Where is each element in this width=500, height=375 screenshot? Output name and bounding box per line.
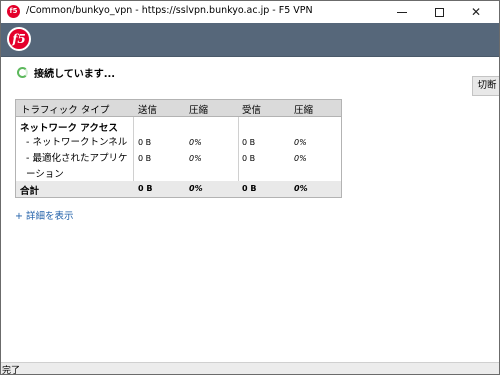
row-received: 0 B (242, 138, 256, 147)
row-received-compression: 0% (294, 154, 307, 163)
row-received: 0 B (242, 154, 256, 163)
row-label-network-tunnel: - ネットワークトンネル (26, 137, 128, 148)
header-sent-compression: 圧縮 (189, 105, 209, 116)
traffic-table: トラフィック タイプ 送信 圧縮 受信 圧縮 ネットワーク アクセス - ネット… (15, 99, 342, 198)
status-text: 接続しています... (34, 69, 116, 80)
disconnect-button[interactable]: 切断 (472, 76, 499, 96)
minimize-icon (397, 11, 407, 13)
table-total-row: 合計 0 B 0% 0 B 0% (16, 181, 341, 197)
close-icon: ✕ (470, 5, 482, 19)
title-bar: f5 /Common/bunkyo_vpn - https://sslvpn.b… (1, 1, 499, 23)
total-label: 合計 (20, 186, 40, 197)
row-received-compression: 0% (294, 138, 307, 147)
window-title: /Common/bunkyo_vpn - https://sslvpn.bunk… (26, 5, 313, 16)
total-received-compression: 0% (294, 184, 308, 193)
connection-status: 接続しています... (17, 65, 115, 80)
maximize-button[interactable] (420, 1, 458, 23)
f5-header-band: f5 (1, 23, 499, 57)
minimize-button[interactable] (383, 1, 421, 23)
vpn-window: f5 /Common/bunkyo_vpn - https://sslvpn.b… (0, 0, 500, 375)
header-sent: 送信 (138, 105, 158, 116)
header-received-compression: 圧縮 (294, 105, 314, 116)
total-sent-compression: 0% (189, 184, 203, 193)
total-sent: 0 B (138, 184, 153, 193)
f5-logo: f5 (7, 27, 31, 51)
row-sent: 0 B (138, 138, 152, 147)
status-bar: 完了 (1, 362, 499, 374)
spinner-icon (17, 67, 28, 78)
show-details-link[interactable]: + 詳細を表示 (15, 208, 73, 222)
table-header-row: トラフィック タイプ 送信 圧縮 受信 圧縮 (16, 100, 341, 117)
header-traffic-type: トラフィック タイプ (21, 105, 110, 116)
group-network-access: ネットワーク アクセス (20, 123, 118, 134)
close-button[interactable]: ✕ (457, 1, 495, 23)
row-sent-compression: 0% (189, 154, 202, 163)
row-sent-compression: 0% (189, 138, 202, 147)
status-bar-text: 完了 (2, 366, 21, 375)
header-received: 受信 (242, 105, 262, 116)
row-label-optimized-apps: - 最適化されたアプリケーション (26, 153, 128, 180)
f5-app-icon: f5 (7, 5, 20, 18)
maximize-icon (434, 7, 444, 17)
row-sent: 0 B (138, 154, 152, 163)
total-received: 0 B (242, 184, 257, 193)
